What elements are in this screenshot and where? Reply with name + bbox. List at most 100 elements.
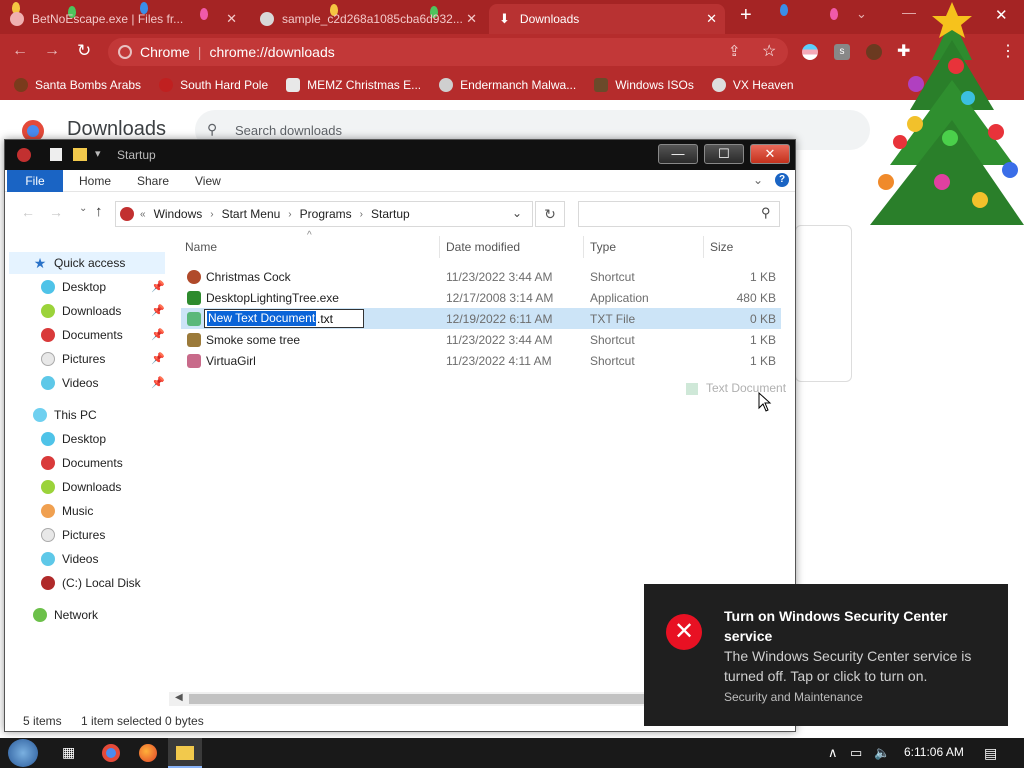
breadcrumb-item[interactable]: Windows bbox=[154, 207, 203, 221]
nav-network[interactable]: Network bbox=[33, 604, 98, 626]
tab-close-icon[interactable]: ✕ bbox=[226, 11, 237, 27]
tab-view[interactable]: View bbox=[183, 170, 233, 192]
address-breadcrumb[interactable]: « Windows › Start Menu › Programs › Star… bbox=[115, 201, 533, 227]
nav-this-pc[interactable]: This PC bbox=[33, 404, 97, 426]
file-row[interactable]: DesktopLightingTree.exe 12/17/2008 3:14 … bbox=[181, 287, 781, 308]
tab-close-icon[interactable]: ✕ bbox=[466, 11, 477, 27]
close-button[interactable]: ✕ bbox=[750, 144, 790, 164]
clock[interactable]: 6:11:06 AM bbox=[904, 745, 964, 759]
pin-icon[interactable]: 📌 bbox=[151, 304, 165, 317]
explorer-title-bar[interactable]: ▾ Startup — ☐ ✕ bbox=[5, 140, 795, 170]
reload-icon[interactable]: ↻ bbox=[77, 41, 91, 61]
bookmark-star-icon[interactable]: ☆ bbox=[762, 41, 776, 61]
security-toast[interactable]: ✕ Turn on Windows Security Center servic… bbox=[644, 584, 1008, 726]
column-header-date[interactable]: Date modified bbox=[446, 240, 520, 254]
column-header-size[interactable]: Size bbox=[710, 240, 733, 254]
breadcrumb-item[interactable]: Startup bbox=[371, 207, 410, 221]
browser-tab[interactable]: BetNoEscape.exe | Files fr... ✕ bbox=[0, 4, 245, 34]
network-icon[interactable]: ▭ bbox=[850, 745, 862, 761]
nav-quick-videos[interactable]: Videos bbox=[41, 372, 98, 394]
file-row[interactable]: Christmas Cock 11/23/2022 3:44 AM Shortc… bbox=[181, 266, 781, 287]
file-row-selected[interactable]: New Text Document .txt 12/19/2022 6:11 A… bbox=[181, 308, 781, 329]
maximize-button[interactable]: ☐ bbox=[704, 144, 744, 164]
forward-arrow-icon[interactable]: → bbox=[44, 42, 60, 60]
breadcrumb-item[interactable]: Programs bbox=[300, 207, 352, 221]
volume-icon[interactable]: 🔈 bbox=[874, 745, 890, 761]
tab-share[interactable]: Share bbox=[125, 170, 181, 192]
explorer-taskbar-button[interactable] bbox=[168, 738, 202, 768]
chrome-taskbar-icon[interactable] bbox=[102, 744, 120, 762]
nav-pc-videos[interactable]: Videos bbox=[41, 548, 98, 570]
bookmark-item[interactable]: Windows ISOs bbox=[594, 78, 694, 92]
column-header-name[interactable]: Name bbox=[185, 240, 217, 254]
nav-pc-music[interactable]: Music bbox=[41, 500, 93, 522]
nav-pc-local-disk[interactable]: (C:) Local Disk bbox=[41, 572, 141, 594]
extension-s-icon[interactable]: s bbox=[834, 44, 850, 60]
start-button[interactable] bbox=[8, 739, 38, 767]
minimize-button[interactable]: — bbox=[658, 144, 698, 164]
refresh-button[interactable]: ↻ bbox=[535, 201, 565, 227]
tab-home[interactable]: Home bbox=[67, 170, 123, 192]
nav-quick-pictures[interactable]: Pictures bbox=[41, 348, 105, 370]
help-icon[interactable]: ? bbox=[775, 173, 789, 187]
tab-close-icon[interactable]: ✕ bbox=[706, 11, 717, 27]
recent-locations-chevron-icon[interactable]: ⌄ bbox=[79, 203, 87, 214]
up-arrow-icon[interactable]: ↑ bbox=[95, 203, 103, 220]
address-dropdown-icon[interactable]: ⌄ bbox=[512, 206, 522, 220]
nav-quick-desktop[interactable]: Desktop bbox=[41, 276, 106, 298]
pin-icon[interactable]: 📌 bbox=[151, 328, 165, 341]
back-arrow-icon[interactable]: ← bbox=[21, 204, 35, 220]
column-divider[interactable] bbox=[439, 236, 440, 258]
breadcrumb-chevron-icon[interactable]: › bbox=[360, 209, 363, 220]
show-hidden-icons-icon[interactable]: ∧ bbox=[828, 745, 838, 761]
action-center-icon[interactable]: ▤ bbox=[984, 745, 997, 762]
share-icon[interactable]: ⇪ bbox=[728, 42, 741, 60]
new-folder-icon[interactable] bbox=[73, 148, 87, 161]
pin-icon[interactable]: 📌 bbox=[151, 376, 165, 389]
back-arrow-icon[interactable]: ← bbox=[12, 42, 28, 60]
column-divider[interactable] bbox=[703, 236, 704, 258]
bookmark-item[interactable]: VX Heaven bbox=[711, 78, 794, 92]
properties-icon[interactable] bbox=[50, 148, 62, 161]
bookmark-item[interactable]: MEMZ Christmas E... bbox=[286, 78, 421, 92]
nav-pc-downloads[interactable]: Downloads bbox=[41, 476, 121, 498]
breadcrumb-chevron-icon[interactable]: › bbox=[210, 209, 213, 220]
overflow-chevron-icon[interactable]: « bbox=[140, 209, 146, 220]
bookmark-item[interactable]: South Hard Pole bbox=[159, 78, 268, 92]
file-row[interactable]: Smoke some tree 11/23/2022 3:44 AM Short… bbox=[181, 329, 781, 350]
scrollbar-thumb[interactable] bbox=[189, 694, 649, 704]
fire-icon bbox=[14, 78, 28, 92]
browser-tab[interactable]: sample_c2d268a1085cba6d932... ✕ bbox=[250, 4, 485, 34]
pin-icon[interactable]: 📌 bbox=[151, 280, 165, 293]
scroll-left-icon[interactable]: ◀ bbox=[175, 692, 183, 703]
selection-info: 1 item selected 0 bytes bbox=[81, 714, 204, 728]
new-tab-icon[interactable]: + bbox=[740, 4, 752, 27]
tab-file[interactable]: File bbox=[7, 170, 63, 192]
pin-icon[interactable]: 📌 bbox=[151, 352, 165, 365]
forward-arrow-icon[interactable]: → bbox=[49, 204, 63, 220]
rename-selected-text: New Text Document bbox=[207, 311, 317, 326]
task-view-icon[interactable]: ▦ bbox=[62, 744, 75, 761]
extension-flag-icon[interactable] bbox=[802, 44, 818, 60]
search-input[interactable]: ⚲ bbox=[578, 201, 780, 227]
breadcrumb-item[interactable]: Start Menu bbox=[222, 207, 281, 221]
ornament-network-icon bbox=[33, 608, 47, 622]
expand-ribbon-icon[interactable]: ⌄ bbox=[753, 173, 763, 187]
column-divider[interactable] bbox=[583, 236, 584, 258]
file-row[interactable]: VirtuaGirl 11/23/2022 4:11 AM Shortcut 1… bbox=[181, 350, 781, 371]
bookmark-item[interactable]: Santa Bombs Arabs bbox=[14, 78, 141, 92]
address-bar[interactable]: Chrome | chrome://downloads bbox=[108, 38, 788, 66]
rename-input[interactable]: New Text Document .txt bbox=[204, 309, 364, 328]
nav-pc-desktop[interactable]: Desktop bbox=[41, 428, 106, 450]
breadcrumb-chevron-icon[interactable]: › bbox=[288, 209, 291, 220]
column-header-type[interactable]: Type bbox=[590, 240, 616, 254]
quick-access-dropdown-icon[interactable]: ▾ bbox=[95, 147, 101, 160]
bookmark-item[interactable]: Endermanch Malwa... bbox=[439, 78, 576, 92]
nav-quick-downloads[interactable]: Downloads bbox=[41, 300, 121, 322]
nav-quick-access[interactable]: ★ Quick access bbox=[33, 252, 126, 274]
nav-pc-documents[interactable]: Documents bbox=[41, 452, 123, 474]
browser-tab-active[interactable]: ⬇ Downloads ✕ bbox=[489, 4, 725, 34]
nav-quick-documents[interactable]: Documents bbox=[41, 324, 123, 346]
firefox-taskbar-icon[interactable] bbox=[139, 744, 157, 762]
nav-pc-pictures[interactable]: Pictures bbox=[41, 524, 105, 546]
